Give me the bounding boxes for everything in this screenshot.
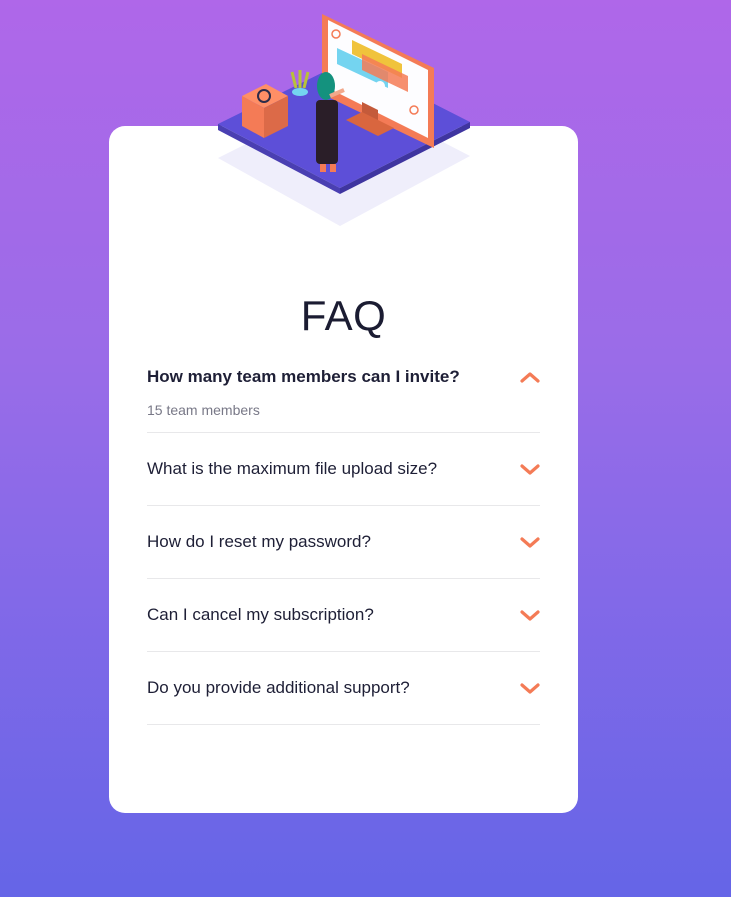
faq-question-row[interactable]: Can I cancel my subscription? xyxy=(147,579,540,651)
faq-answer: 15 team members xyxy=(147,402,260,418)
faq-question-row[interactable]: Do you provide additional support? xyxy=(147,652,540,724)
page-title: FAQ xyxy=(300,292,387,339)
faq-question[interactable]: How do I reset my password? xyxy=(147,532,371,552)
chevron-down-icon[interactable] xyxy=(520,681,540,695)
faq-question[interactable]: What is the maximum file upload size? xyxy=(147,459,437,479)
faq-item-file-upload[interactable]: What is the maximum file upload size? xyxy=(147,433,540,506)
chevron-down-icon[interactable] xyxy=(520,535,540,549)
faq-list: How many team members can I invite? 15 t… xyxy=(147,342,540,725)
faq-item-additional-support[interactable]: Do you provide additional support? xyxy=(147,652,540,725)
chevron-down-icon[interactable] xyxy=(520,462,540,476)
faq-question-row[interactable]: How do I reset my password? xyxy=(147,506,540,578)
chevron-down-icon[interactable] xyxy=(520,608,540,622)
faq-item-reset-password[interactable]: How do I reset my password? xyxy=(147,506,540,579)
faq-question[interactable]: Do you provide additional support? xyxy=(147,678,410,698)
faq-question[interactable]: How many team members can I invite? xyxy=(147,367,460,387)
faq-item-cancel-subscription[interactable]: Can I cancel my subscription? xyxy=(147,579,540,652)
woman-at-computer-illustration xyxy=(218,14,470,226)
chevron-up-icon[interactable] xyxy=(520,370,540,384)
faq-question-row[interactable]: What is the maximum file upload size? xyxy=(147,433,540,505)
faq-question[interactable]: Can I cancel my subscription? xyxy=(147,605,374,625)
faq-item-team-members[interactable]: How many team members can I invite? 15 t… xyxy=(147,342,540,433)
